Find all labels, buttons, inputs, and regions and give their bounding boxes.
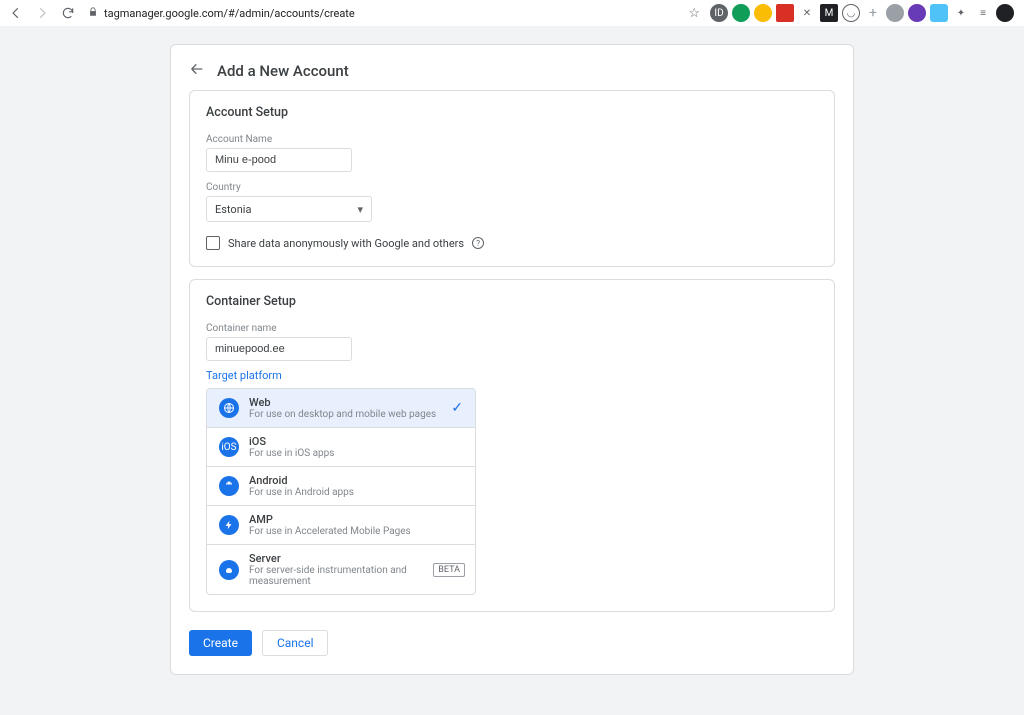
- ext-icon[interactable]: [908, 4, 926, 22]
- platform-title: AMP: [249, 513, 411, 526]
- cancel-button[interactable]: Cancel: [262, 630, 329, 656]
- ext-icon[interactable]: [754, 4, 772, 22]
- account-name-input[interactable]: [206, 148, 352, 172]
- page-body: Add a New Account Account Setup Account …: [0, 26, 1024, 715]
- platform-title: Web: [249, 396, 436, 409]
- platform-option-web[interactable]: Web For use on desktop and mobile web pa…: [207, 389, 475, 427]
- platform-list: Web For use on desktop and mobile web pa…: [206, 388, 476, 595]
- platform-desc: For use in iOS apps: [249, 448, 334, 459]
- ext-icon[interactable]: M: [820, 4, 838, 22]
- page-title: Add a New Account: [217, 62, 349, 80]
- container-setup-heading: Container Setup: [206, 294, 818, 309]
- account-name-label: Account Name: [206, 134, 818, 145]
- container-setup-card: Container Setup Container name Target pl…: [189, 279, 835, 612]
- main-panel: Add a New Account Account Setup Account …: [170, 44, 854, 675]
- ext-icon[interactable]: [732, 4, 750, 22]
- platform-option-ios[interactable]: iOS iOS For use in iOS apps: [207, 427, 475, 466]
- nav-reload-icon[interactable]: [58, 3, 78, 23]
- server-icon: [219, 560, 239, 580]
- back-arrow-icon[interactable]: [189, 61, 205, 80]
- ext-icon[interactable]: [930, 4, 948, 22]
- bookmark-star-icon[interactable]: ☆: [688, 6, 700, 21]
- android-icon: [219, 476, 239, 496]
- browser-toolbar: tagmanager.google.com/#/admin/accounts/c…: [0, 0, 1024, 26]
- platform-desc: For use on desktop and mobile web pages: [249, 409, 436, 420]
- create-button[interactable]: Create: [189, 630, 252, 656]
- account-setup-card: Account Setup Account Name Country Eston…: [189, 90, 835, 267]
- ext-icon[interactable]: +: [864, 4, 882, 22]
- reading-list-icon[interactable]: ≡: [974, 4, 992, 22]
- nav-back-icon[interactable]: [6, 3, 26, 23]
- profile-avatar[interactable]: [996, 4, 1014, 22]
- ext-icon[interactable]: ✕: [798, 4, 816, 22]
- extension-icons: ID ✕ M ◡ + ✦ ≡: [710, 4, 1018, 22]
- platform-title: Android: [249, 474, 354, 487]
- account-setup-heading: Account Setup: [206, 105, 818, 120]
- platform-desc: For use in Accelerated Mobile Pages: [249, 526, 411, 537]
- platform-desc: For server-side instrumentation and meas…: [249, 565, 463, 587]
- ios-icon: iOS: [219, 437, 239, 457]
- ext-icon[interactable]: ID: [710, 4, 728, 22]
- share-data-checkbox[interactable]: [206, 236, 220, 250]
- container-name-input[interactable]: [206, 337, 352, 361]
- platform-title: Server: [249, 552, 463, 565]
- chevron-down-icon: ▾: [357, 203, 363, 216]
- beta-badge: BETA: [433, 563, 465, 577]
- url-text: tagmanager.google.com/#/admin/accounts/c…: [104, 7, 355, 20]
- web-icon: [219, 398, 239, 418]
- country-value: Estonia: [215, 203, 251, 216]
- check-icon: ✓: [451, 400, 463, 416]
- nav-forward-icon[interactable]: [32, 3, 52, 23]
- platform-option-server[interactable]: Server For server-side instrumentation a…: [207, 544, 475, 594]
- country-select[interactable]: Estonia ▾: [206, 196, 372, 222]
- amp-icon: [219, 515, 239, 535]
- platform-option-amp[interactable]: AMP For use in Accelerated Mobile Pages: [207, 505, 475, 544]
- address-bar[interactable]: tagmanager.google.com/#/admin/accounts/c…: [84, 7, 682, 20]
- ext-icon[interactable]: [776, 4, 794, 22]
- container-name-label: Container name: [206, 323, 818, 334]
- ext-icon[interactable]: ◡: [842, 4, 860, 22]
- form-actions: Create Cancel: [171, 624, 853, 656]
- country-label: Country: [206, 182, 818, 193]
- target-platform-label: Target platform: [206, 369, 818, 382]
- share-data-label: Share data anonymously with Google and o…: [228, 237, 464, 250]
- help-icon[interactable]: ?: [472, 237, 484, 249]
- ext-icon[interactable]: [886, 4, 904, 22]
- platform-option-android[interactable]: Android For use in Android apps: [207, 466, 475, 505]
- platform-title: iOS: [249, 435, 334, 448]
- lock-icon: [88, 7, 98, 20]
- extensions-menu-icon[interactable]: ✦: [952, 4, 970, 22]
- platform-desc: For use in Android apps: [249, 487, 354, 498]
